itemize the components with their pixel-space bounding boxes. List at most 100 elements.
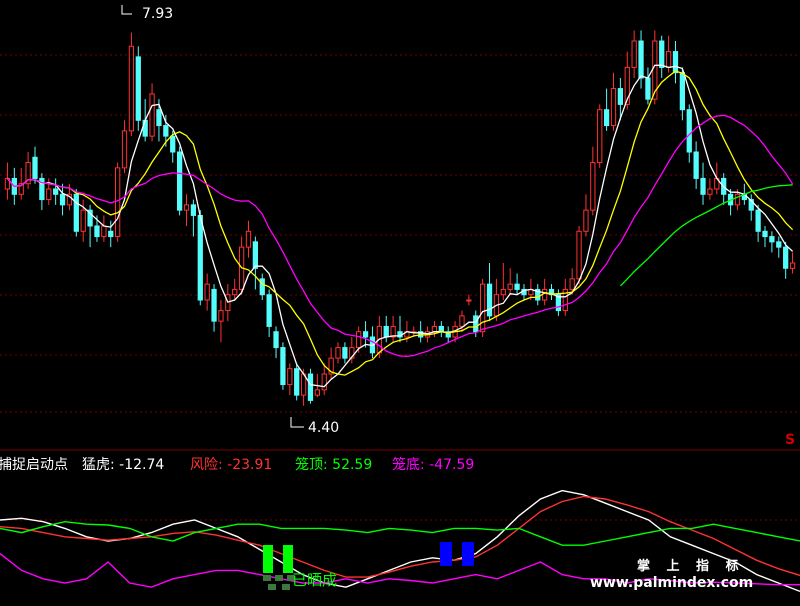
candle-body	[486, 283, 493, 317]
stock-chart: 7.93 4.40 S 捕捉启动点 猛虎: -12.74 风险: -23.91 …	[0, 5, 800, 593]
legend-fengxian: 风险: -23.91	[190, 457, 272, 473]
candle	[755, 204, 761, 242]
candle-body	[480, 283, 486, 333]
candle	[335, 342, 341, 364]
candle-body	[73, 193, 79, 232]
candle-body	[645, 77, 651, 100]
candle	[727, 189, 734, 216]
candle-body	[769, 236, 775, 243]
candle-body	[59, 193, 66, 206]
candle	[149, 83, 155, 142]
candle-body	[307, 373, 314, 401]
candle	[390, 315, 396, 343]
candle-body	[356, 331, 362, 349]
candle	[707, 178, 713, 200]
blue-signal-bar	[462, 542, 474, 566]
candle	[218, 300, 224, 343]
candle	[748, 194, 754, 221]
candle-body	[576, 230, 582, 280]
candle	[232, 278, 238, 300]
candle	[39, 173, 45, 211]
candle	[342, 342, 348, 364]
signal-text: 已晒成	[292, 571, 337, 589]
candle-body	[183, 204, 190, 211]
candle-body	[266, 294, 272, 327]
candle	[211, 284, 217, 332]
blue-signal-bar	[440, 542, 452, 566]
candle-body	[170, 135, 176, 153]
candle-body	[590, 162, 596, 211]
candle-body	[659, 40, 665, 68]
legend-menghu: 猛虎: -12.74	[82, 457, 164, 473]
candle-body	[259, 278, 265, 296]
price-annotation-low: 4.40	[290, 417, 339, 436]
candle	[597, 104, 603, 168]
green-signal-tick	[263, 575, 271, 581]
candle	[176, 146, 183, 216]
candle	[631, 30, 637, 78]
candle-body	[232, 288, 238, 296]
candle-body	[473, 315, 479, 333]
candle-body	[245, 230, 252, 248]
watermark-title: 掌 上 指 标	[637, 558, 745, 574]
candle-body	[776, 241, 782, 248]
candle	[493, 278, 500, 322]
legend-longdi: 笼底: -47.59	[392, 456, 474, 473]
candle-body	[53, 188, 59, 195]
watermark-url: www.palmindex.com	[590, 575, 753, 591]
price-grid	[0, 54, 800, 521]
candle-body	[114, 167, 121, 238]
candle-body	[466, 299, 472, 302]
candle-body	[362, 331, 369, 338]
candle	[583, 194, 589, 237]
candle-body	[287, 368, 293, 386]
candle	[659, 35, 665, 78]
candle-body	[783, 246, 789, 269]
candle-body	[335, 347, 341, 359]
candle	[638, 30, 644, 89]
candle-body	[679, 72, 686, 111]
candle	[183, 194, 190, 226]
candle	[700, 162, 706, 205]
candle	[769, 231, 775, 253]
candle	[610, 72, 617, 131]
candle-body	[459, 315, 465, 327]
candle-body	[665, 51, 672, 68]
candle	[438, 321, 444, 337]
candle	[73, 189, 79, 237]
candle	[114, 162, 121, 242]
candle	[287, 363, 293, 396]
green-signal-tick	[282, 584, 290, 590]
candle	[762, 226, 768, 248]
candlestick-series	[4, 30, 796, 406]
candle	[721, 173, 727, 205]
candle	[486, 263, 493, 322]
candle	[576, 226, 582, 285]
candle-body	[638, 40, 644, 79]
price-annotation-high: 7.93	[121, 5, 173, 22]
candle-body	[176, 151, 183, 211]
candle-body	[755, 209, 761, 232]
candle	[128, 32, 135, 137]
candle	[25, 152, 31, 189]
candle	[252, 236, 259, 290]
candle-body	[190, 204, 197, 216]
candle	[280, 342, 286, 390]
candle	[418, 321, 424, 343]
candle	[53, 178, 59, 205]
candle	[259, 273, 265, 300]
candle	[789, 252, 796, 274]
candle-body	[507, 283, 513, 290]
candle	[445, 326, 451, 343]
candle-body	[700, 177, 706, 195]
candle-body	[631, 40, 637, 68]
candle	[307, 368, 314, 404]
candle	[190, 199, 197, 237]
candle	[535, 284, 541, 306]
candle-body	[686, 109, 692, 153]
candle-body	[204, 283, 210, 301]
candle	[645, 67, 651, 105]
candle	[500, 263, 506, 300]
candle	[135, 46, 141, 131]
candle	[121, 120, 128, 174]
